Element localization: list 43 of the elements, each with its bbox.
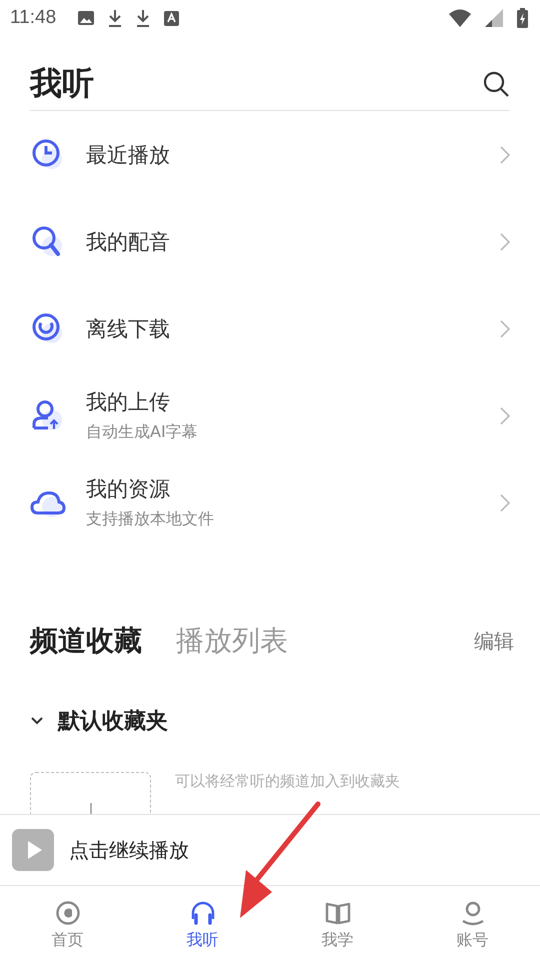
- folder-header[interactable]: 默认收藏夹: [30, 706, 510, 736]
- disc-icon: [54, 900, 80, 926]
- book-icon: [324, 900, 350, 926]
- menu-item[interactable]: 最近播放: [30, 111, 510, 198]
- tab[interactable]: 频道收藏: [30, 622, 142, 660]
- mini-player[interactable]: 点击继续播放: [0, 814, 540, 886]
- signal-icon: [485, 9, 503, 27]
- download-icon: [136, 9, 150, 27]
- chevron-right-icon: [500, 320, 510, 338]
- folder-name: 默认收藏夹: [58, 708, 168, 736]
- menu-item[interactable]: 我的上传 自动生成AI字幕: [30, 372, 510, 459]
- menu-label: 我的上传: [86, 389, 171, 416]
- menu-item[interactable]: 我的配音: [30, 198, 510, 285]
- nav-tab[interactable]: 首页: [0, 886, 135, 960]
- menu-label: 最近播放: [86, 142, 171, 168]
- user-icon: [460, 900, 486, 926]
- font-icon: [164, 10, 180, 26]
- image-icon: [78, 11, 94, 25]
- wifi-icon: [449, 9, 471, 27]
- play-icon[interactable]: [12, 829, 54, 871]
- menu-label: 离线下载: [86, 316, 171, 342]
- page-title: 我听: [30, 63, 94, 104]
- headphones-icon: [190, 900, 216, 926]
- menu-subtitle: 支持播放本地文件: [86, 509, 215, 530]
- menu-label: 我的配音: [86, 228, 171, 256]
- chevron-right-icon: [500, 146, 510, 164]
- menu-item[interactable]: 我的资源 支持播放本地文件: [30, 459, 510, 546]
- nav-tab[interactable]: 我听: [135, 886, 270, 960]
- nav-tab[interactable]: 我学: [270, 886, 405, 960]
- edit-button[interactable]: 编辑: [474, 628, 514, 654]
- menu-item[interactable]: 离线下载: [30, 285, 510, 372]
- nav-tab[interactable]: 账号: [405, 886, 540, 960]
- battery-icon: [517, 8, 528, 28]
- chevron-right-icon: [500, 494, 510, 512]
- menu-subtitle: 自动生成AI字幕: [86, 422, 199, 443]
- status-time: 11:48: [10, 7, 56, 29]
- chevron-right-icon: [500, 406, 510, 424]
- player-label: 点击继续播放: [69, 836, 189, 864]
- empty-hint: 可以将经常听的频道加入到收藏夹: [175, 772, 400, 792]
- search-icon[interactable]: [482, 70, 510, 98]
- chevron-right-icon: [500, 232, 510, 250]
- menu-label: 我的资源: [86, 476, 171, 503]
- download-icon: [108, 9, 122, 27]
